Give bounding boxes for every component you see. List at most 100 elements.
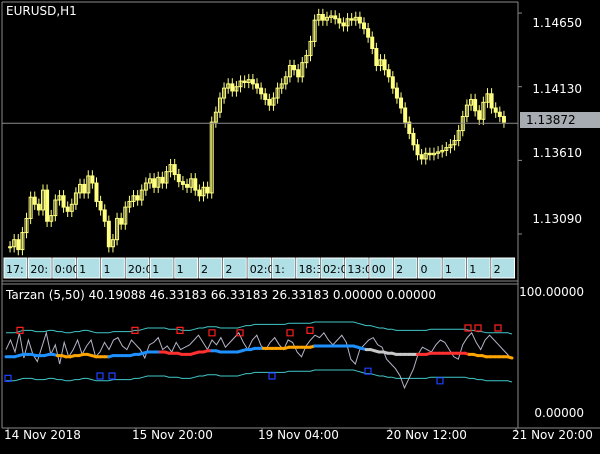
buy-signal-marker [108, 372, 116, 380]
candle-body [176, 174, 181, 183]
lower-band-line [6, 369, 513, 383]
chart-window[interactable]: 17: 20: 0:00 1 1 20:00 1 1 2 2 02:00 1: 18:3 02:0 13:0… [0, 0, 600, 450]
time-label: 14 Nov 2018 [4, 428, 81, 442]
event-label: 1 [79, 263, 86, 276]
candle-body [403, 107, 408, 123]
event-label: 1 [469, 263, 476, 276]
indicator-axis-label: 100.00000 [519, 285, 584, 299]
candle-body [370, 36, 375, 49]
candle-body [407, 121, 412, 134]
candle-body [489, 93, 494, 109]
chart-canvas[interactable]: 17: 20: 0:00 1 1 20:001 1 2 2 02:001: 18:3 02:0 13:0… [0, 0, 600, 450]
candle-body [362, 22, 367, 30]
oscillator-line [5, 330, 513, 390]
time-label: 21 Nov 20:00 [512, 428, 593, 442]
buy-signal-marker [96, 372, 104, 380]
event-label: 0 [420, 263, 427, 276]
candle-body [320, 13, 325, 21]
candle-body [119, 217, 124, 225]
upper-band-line [6, 321, 513, 335]
candle-body [255, 83, 259, 89]
candle-body [106, 220, 111, 248]
sell-signal-marker [306, 326, 314, 334]
event-label: 1 [445, 263, 452, 276]
candle-body [477, 110, 482, 120]
candle-body [386, 69, 391, 78]
sell-signal-marker [208, 329, 216, 337]
candle-body [390, 76, 395, 89]
sell-signal-marker [494, 324, 502, 332]
candle-body [8, 246, 13, 249]
candle-body [399, 97, 404, 109]
event-label: 00 [372, 263, 386, 276]
price-label: 1.13610 [532, 146, 582, 160]
event-label: 1 [177, 263, 184, 276]
candle-body [152, 178, 157, 188]
event-label: 20: [30, 263, 48, 276]
event-label: 1 [104, 263, 111, 276]
candle-body [102, 209, 107, 222]
candle-body [493, 107, 498, 113]
candle-body [250, 79, 255, 85]
price-label: 1.14130 [532, 82, 582, 96]
buy-signal-marker [268, 372, 276, 380]
event-label: 17: [6, 263, 24, 276]
buy-signal-marker [436, 377, 444, 385]
candle-body [357, 16, 362, 24]
time-label: 20 Nov 12:00 [386, 428, 467, 442]
event-label: 18:3 [299, 263, 324, 276]
candle-body [394, 87, 399, 99]
candle-body [45, 189, 50, 222]
candle-body [160, 176, 165, 184]
candle-body [427, 152, 432, 156]
candle-body [61, 195, 66, 208]
price-label: 1.14650 [532, 16, 582, 30]
candle-body [32, 196, 37, 205]
sell-signal-marker [474, 324, 482, 332]
candle-body [296, 69, 301, 78]
candle-body [419, 154, 424, 160]
candle-body [205, 186, 210, 194]
candle-body [333, 15, 338, 20]
price-label: 1.13090 [532, 212, 582, 226]
candle-body [374, 47, 379, 66]
candle-body [366, 28, 371, 38]
candle-body [382, 59, 387, 71]
candle-body [501, 115, 506, 123]
candle-body [230, 83, 235, 92]
candle-body [172, 164, 177, 176]
candle-body [94, 182, 99, 202]
candle-body [242, 80, 247, 83]
candle-body [197, 189, 202, 197]
event-label: 0:00 [55, 263, 80, 276]
candle-body [16, 239, 21, 251]
candle-body [415, 144, 420, 156]
event-label: 2 [225, 263, 232, 276]
candle-body [185, 183, 190, 188]
event-label: 1 [152, 263, 159, 276]
event-label: 2 [396, 263, 403, 276]
candle-body [263, 93, 268, 100]
event-label: 1: [274, 263, 285, 276]
candle-body [411, 132, 416, 146]
current-price-label: 1.13872 [520, 112, 600, 128]
candle-body [82, 183, 87, 194]
candle-body [65, 206, 70, 212]
event-label: 02:0 [323, 263, 348, 276]
event-label: 2 [494, 263, 501, 276]
candle-body [292, 64, 297, 71]
ma-segment [506, 355, 514, 360]
candle-body [341, 22, 346, 27]
candle-body [36, 203, 41, 211]
candle-body [337, 18, 342, 24]
candle-body [135, 195, 140, 201]
candle-body [497, 111, 502, 117]
candle-body [349, 18, 354, 21]
indicator-title: Tarzan (5,50) 40.19088 46.33183 66.33183… [6, 288, 436, 302]
indicator-axis-label: 0.00000 [534, 406, 584, 420]
event-label: 2 [201, 263, 208, 276]
candle-body [180, 181, 185, 185]
candle-body [98, 200, 103, 211]
candle-body [259, 87, 264, 95]
candle-body [473, 98, 478, 112]
